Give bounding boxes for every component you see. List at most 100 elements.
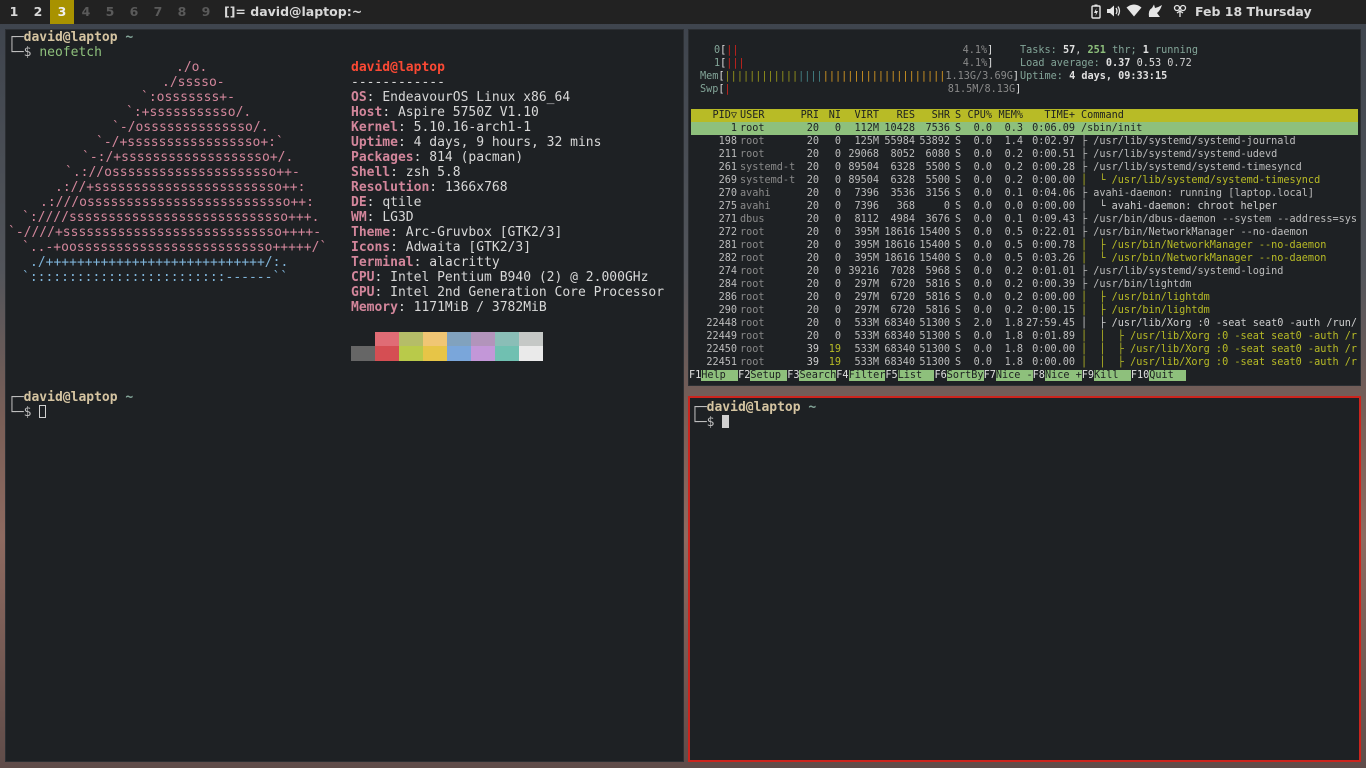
table-row[interactable]: 269 systemd-t 20 0 89504 6328 5500 S 0.0 0.2 0:00.… (691, 174, 1358, 187)
cell: 0:00.51 (1032, 149, 1075, 160)
cell: 0 (834, 136, 841, 147)
table-row[interactable]: 290 root 20 0 297M 6720 5816 S 0.0 0.2 0:00.15 │ ├ … (691, 304, 1358, 317)
table-row[interactable]: 286 root 20 0 297M 6720 5816 S 0.0 0.2 0:00.00 │ ├ … (691, 291, 1358, 304)
cell: dbus (740, 214, 765, 225)
info-cpu: CPU: Intel Pentium B940 (2) @ 2.000GHz (351, 270, 649, 285)
table-row[interactable]: 22448 root 20 0 533M 68340 51300 S 2.0 1.8 27:59.4… (691, 317, 1358, 330)
column-header-cpu[interactable]: CPU% (963, 109, 992, 122)
table-row[interactable]: 282 root 20 0 395M 18616 15400 S 0.0 0.5 0:03.26 │ … (691, 252, 1358, 265)
fkey-setup-button[interactable]: Setup (750, 370, 788, 381)
battery-icon[interactable] (1088, 4, 1104, 20)
column-header-mem[interactable]: MEM% (993, 109, 1023, 122)
table-row[interactable]: 284 root 20 0 297M 6720 5816 S 0.0 0.2 0:00.39 ├ /u… (691, 278, 1358, 291)
process-table-header[interactable]: PID▽ USER PRI NI VIRT RES SHR S CPU% MEM% TIME+ Com… (691, 109, 1358, 122)
table-row[interactable]: 211 root 20 0 29068 8052 6080 S 0.0 0.2 0:00.51 ├ /… (691, 148, 1358, 161)
column-header-pri[interactable]: PRI (795, 109, 819, 122)
volume-icon[interactable] (1106, 4, 1122, 20)
prompt-line-2: ┌─david@laptop ~ (8, 390, 134, 405)
fkey-sortby-button[interactable]: SortBy (946, 370, 984, 381)
table-row[interactable]: 270 avahi 20 0 7396 3536 3156 S 0.0 0.1 0:04.06 ├ a… (691, 187, 1358, 200)
fkey-quit-button[interactable]: Quit (1149, 370, 1187, 381)
fkey-nice--button[interactable]: Nice + (1044, 370, 1082, 381)
cell: 5968 (925, 266, 950, 277)
fkey-filter-button[interactable]: Filter (848, 370, 886, 381)
info-memory: Memory: 1171MiB / 3782MiB (351, 300, 547, 315)
table-row[interactable]: 198 root 20 0 125M 55984 53892 S 0.0 1.4 0:02.97 ├ … (691, 135, 1358, 148)
workspace-3[interactable]: 3 (50, 0, 74, 24)
cell: 0 (834, 253, 841, 264)
htop-terminal[interactable]: 0[|| 4.1%] 1[||| 4.1%] Mem[|||||||||||||||… (688, 29, 1361, 386)
cell: │ └ /usr/bin/NetworkManager --no-daemon (1081, 253, 1327, 264)
cell: 269 (718, 175, 737, 186)
info-value: Intel 2nd Generation Core Processor (390, 285, 665, 300)
cell: 0:00.39 (1032, 279, 1075, 290)
workspace-5[interactable]: 5 (98, 0, 122, 24)
bluetooth-icon[interactable] (1172, 4, 1188, 20)
cell: 0.3 (1004, 123, 1023, 134)
table-row[interactable]: 271 dbus 20 0 8112 4984 3676 S 0.0 0.1 0:09.43 ├ /u… (691, 213, 1358, 226)
workspace-6[interactable]: 6 (122, 0, 146, 24)
column-header-ni[interactable]: NI (821, 109, 841, 122)
terminal-left[interactable]: ┌─david@laptop ~ └─$ neofetch ./o. ./ssss… (5, 29, 684, 762)
fkey-number: F2 (738, 370, 751, 381)
table-row[interactable]: 22451 root 39 19 533M 68340 51300 S 0.0 1.8 0:00.0… (691, 356, 1358, 369)
tasks-summary: Tasks: 57, 251 thr; 1 running (1020, 45, 1198, 56)
workspace-7[interactable]: 7 (146, 0, 170, 24)
command-line-br[interactable]: └─$ (691, 415, 730, 430)
cell: ├ /usr/lib/systemd/systemd-journald (1081, 136, 1296, 147)
cell: 125M (854, 136, 879, 147)
cell: 22449 (706, 331, 737, 342)
cell: 20 (806, 149, 819, 160)
cell: 0 (834, 331, 841, 342)
workspace-4[interactable]: 4 (74, 0, 98, 24)
workspace-1[interactable]: 1 (2, 0, 26, 24)
column-header-user[interactable]: USER (740, 109, 802, 122)
cell: root (740, 123, 765, 134)
swap-meter: Swp[| 81.5M/8.13G] (700, 84, 1022, 95)
fkey-kill-button[interactable]: Kill (1094, 370, 1131, 381)
info-shell: Shell: zsh 5.8 (351, 165, 461, 180)
cell: ├ /usr/bin/NetworkManager --no-daemon (1081, 227, 1308, 238)
table-row[interactable]: 22450 root 39 19 533M 68340 51300 S 0.0 1.8 0:00.0… (691, 343, 1358, 356)
palette-swatch (351, 332, 375, 347)
fkey-search-button[interactable]: Search (799, 370, 837, 381)
workspace-2[interactable]: 2 (26, 0, 50, 24)
table-row[interactable]: 281 root 20 0 395M 18616 15400 S 0.0 0.5 0:00.78 │ … (691, 239, 1358, 252)
table-row[interactable]: 275 avahi 20 0 7396 368 0 S 0.0 0.0 0:00.00 │ └ ava… (691, 200, 1358, 213)
table-row[interactable]: 1 root 20 0 112M 10428 7536 S 0.0 0.3 0:06.09/sbin… (691, 122, 1358, 135)
info-key: Host (351, 105, 383, 120)
cell: 20 (806, 318, 819, 329)
logo-line: `:::::::::::::::::::::::::------`` (22, 270, 289, 285)
cell: 68340 (884, 331, 915, 342)
workspace-9[interactable]: 9 (194, 0, 218, 24)
table-row[interactable]: 272 root 20 0 395M 18616 15400 S 0.0 0.5 0:22.01 ├ … (691, 226, 1358, 239)
cell: 20 (806, 331, 819, 342)
cell: 112M (854, 123, 879, 134)
load-average: Load average: 0.37 0.53 0.72 (1020, 58, 1192, 69)
cell: │ ├ /usr/lib/Xorg :0 -seat seat0 -auth /… (1081, 318, 1358, 329)
column-header-shr[interactable]: SHR (915, 109, 950, 122)
fkey-number: F9 (1081, 370, 1095, 381)
table-row[interactable]: 274 root 20 0 39216 7028 5968 S 0.0 0.2 0:01.01 ├ /… (691, 265, 1358, 278)
column-header-pid[interactable]: PID▽ (691, 109, 737, 122)
tux-icon[interactable] (1147, 4, 1163, 20)
fkey-list-button[interactable]: List (897, 370, 935, 381)
workspace-8[interactable]: 8 (170, 0, 194, 24)
column-header-virt[interactable]: VIRT (843, 109, 879, 122)
column-header-res[interactable]: RES (879, 109, 915, 122)
column-header-time[interactable]: TIME+ (1026, 109, 1075, 122)
table-row[interactable]: 22449 root 20 0 533M 68340 51300 S 0.0 1.8 0:01.89… (691, 330, 1358, 343)
cell: 0.2 (1004, 305, 1023, 316)
cell: 0.0 (973, 123, 992, 134)
command-line-2[interactable]: └─$ (8, 405, 47, 420)
cell: 10428 (884, 123, 915, 134)
column-header-command[interactable]: Command (1081, 109, 1361, 122)
logo-line: `..-+oosssssssssssssssssssssssso+++++/` (22, 240, 328, 255)
wifi-icon[interactable] (1126, 4, 1142, 20)
table-row[interactable]: 261 systemd-t 20 0 89504 6328 5500 S 0.0 0.2 0:00.… (691, 161, 1358, 174)
fkey-help-button[interactable]: Help (701, 370, 739, 381)
fkey-nice--button[interactable]: Nice - (995, 370, 1033, 381)
cell: ├ /usr/bin/lightdm (1081, 279, 1192, 290)
terminal-bottom-right[interactable]: ┌─david@laptop ~ └─$ (688, 396, 1361, 762)
cell: │ ├ /usr/bin/lightdm (1081, 292, 1210, 303)
